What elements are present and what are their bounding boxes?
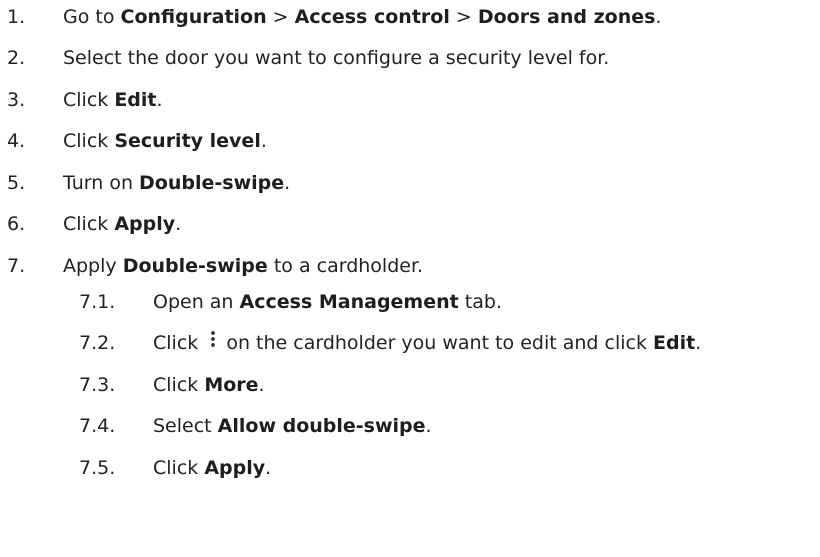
step-text-part: . [695, 332, 702, 354]
kebab-menu-icon [211, 331, 216, 347]
ui-term-edit: Edit [653, 332, 696, 354]
step-text: Go to Configuration > Access control > D… [63, 0, 661, 34]
step-number: 4. [7, 130, 26, 152]
step-text-part: . [156, 89, 163, 111]
step-text-part: Click [153, 457, 205, 479]
step-number: 2. [7, 47, 26, 69]
step-text-part: . [175, 213, 182, 235]
substep-text: Open an Access Management tab. [153, 285, 502, 319]
substep-number: 7.4. [79, 415, 116, 437]
step-text: Apply Double-swipe to a cardholder. [63, 249, 423, 283]
substep-number: 7.2. [79, 332, 116, 354]
path-separator: > [266, 6, 295, 28]
instruction-document: 1. Go to Configuration > Access control … [0, 0, 820, 557]
step-text-part: Apply [63, 255, 123, 277]
ui-term-security-level: Security level [114, 130, 261, 152]
menu-path-access-control: Access control [294, 6, 450, 28]
substep-text: Select Allow double-swipe. [153, 409, 432, 443]
menu-path-configuration: Configuration [120, 6, 267, 28]
step-number: 5. [7, 172, 26, 194]
step-text-part: Click [153, 374, 205, 396]
substep-text: Click Apply. [153, 451, 271, 485]
ui-term-access-management: Access Management [239, 291, 459, 313]
step-text-part: tab. [458, 291, 502, 313]
step-number: 3. [7, 89, 26, 111]
step-text-part: Turn on [63, 172, 140, 194]
step-text-part: Select [153, 415, 218, 437]
step-text-part: Open an [153, 291, 240, 313]
step-text-part: . [655, 6, 662, 28]
step-text: Click Security level. [63, 124, 267, 158]
step-number: 7. [7, 255, 26, 277]
substep-number: 7.3. [79, 374, 116, 396]
substep-number: 7.1. [79, 291, 116, 313]
menu-path-doors-and-zones: Doors and zones [477, 6, 656, 28]
ui-term-apply: Apply [204, 457, 266, 479]
substep-text: Click More. [153, 368, 265, 402]
ui-term-double-swipe: Double-swipe [122, 255, 268, 277]
ui-term-more: More [204, 374, 259, 396]
step-text-part: . [260, 130, 267, 152]
ui-term-double-swipe: Double-swipe [139, 172, 285, 194]
step-text-part: Click [63, 130, 115, 152]
step-number: 6. [7, 213, 26, 235]
step-text: Select the door you want to configure a … [63, 47, 610, 69]
step-text-part: . [265, 457, 272, 479]
step-text-part: to a cardholder. [267, 255, 424, 277]
ui-term-allow-double-swipe: Allow double-swipe [217, 415, 426, 437]
step-text: Click Apply. [63, 207, 181, 241]
ui-term-edit: Edit [114, 89, 157, 111]
step-text-part: Click [153, 332, 205, 354]
step-text-part: Click [63, 89, 115, 111]
step-text-part: Go to [63, 6, 121, 28]
step-text: Click Edit. [63, 83, 163, 117]
step-text-part: on the cardholder you want to edit and c… [226, 332, 654, 354]
step-text-part: . [258, 374, 265, 396]
substep-number: 7.5. [79, 457, 116, 479]
path-separator: > [449, 6, 478, 28]
step-text: Turn on Double-swipe. [63, 166, 290, 200]
step-text-part: . [425, 415, 432, 437]
step-text-part: . [284, 172, 291, 194]
step-number: 1. [7, 6, 26, 28]
ui-term-apply: Apply [114, 213, 176, 235]
step-text-part: Click [63, 213, 115, 235]
substep-text: Click on the cardholder you want to edit… [153, 326, 701, 360]
